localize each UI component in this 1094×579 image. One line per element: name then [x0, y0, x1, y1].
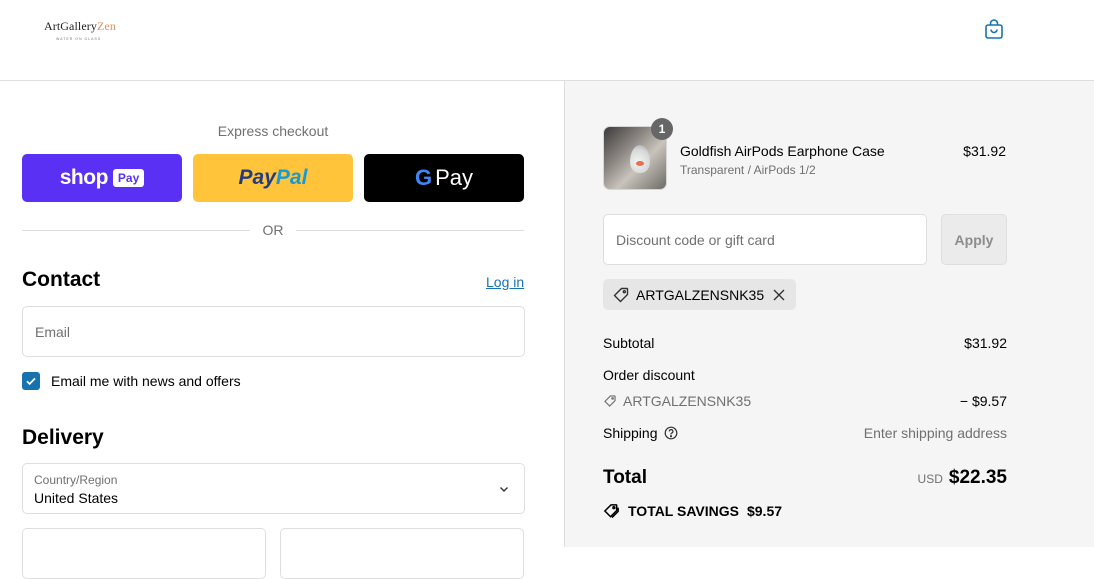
- shop-pay-tag: Pay: [112, 169, 145, 187]
- discount-code-row: ARTGALZENSNK35 − $9.57: [603, 393, 1007, 413]
- total-row: Total USD $22.35: [603, 467, 1007, 493]
- currency-code: USD: [917, 472, 943, 486]
- tag-icon: [613, 287, 629, 302]
- order-summary: 1 Goldfish AirPods Earphone Case Transpa…: [564, 81, 1094, 547]
- total-amount: USD $22.35: [918, 467, 1007, 489]
- subtotal-value: $31.92: [964, 335, 1007, 351]
- shipping-label-wrap: Shipping: [603, 425, 678, 441]
- product-price: $31.92: [963, 143, 1006, 159]
- shop-pay-word: shop: [59, 166, 109, 189]
- remove-discount-icon[interactable]: [772, 288, 786, 302]
- applied-code: ARTGALZENSNK35: [636, 286, 765, 303]
- product-variant: Transparent / AirPods 1/2: [680, 163, 816, 177]
- discount-code-line: ARTGALZENSNK35: [603, 393, 751, 409]
- shipping-label: Shipping: [603, 425, 658, 441]
- store-logo[interactable]: ArtGalleryZen WATER ON GLASS: [44, 19, 116, 41]
- checkout-form: Express checkout shop Pay PayPal G Pay O…: [0, 81, 564, 579]
- last-name-field[interactable]: [280, 528, 524, 579]
- help-circle-icon[interactable]: [664, 426, 678, 440]
- country-select[interactable]: Country/Region United States: [22, 463, 525, 514]
- email-input[interactable]: [23, 307, 524, 356]
- savings-label: TOTAL SAVINGS: [628, 502, 739, 519]
- or-divider: OR: [22, 221, 524, 239]
- shipping-value: Enter shipping address: [863, 425, 1007, 441]
- newsletter-label: Email me with news and offers: [51, 373, 241, 389]
- order-discount-label: Order discount: [603, 367, 695, 383]
- log-in-link[interactable]: Log in: [486, 274, 524, 290]
- country-value: United States: [34, 490, 119, 506]
- tag-icon: [604, 395, 616, 407]
- product-name: Goldfish AirPods Earphone Case: [680, 143, 885, 159]
- paypal-logo: PayPal: [238, 166, 308, 189]
- checkmark-icon: [26, 377, 36, 386]
- discount-code-text: ARTGALZENSNK35: [623, 393, 752, 409]
- discount-input[interactable]: [604, 215, 926, 264]
- order-discount-row: Order discount: [603, 367, 1007, 387]
- apply-button[interactable]: Apply: [941, 214, 1007, 265]
- email-field[interactable]: [22, 306, 525, 357]
- country-label: Country/Region: [34, 473, 118, 487]
- quantity-badge: 1: [651, 118, 673, 140]
- shop-pay-button[interactable]: shop Pay: [22, 154, 182, 202]
- first-name-field[interactable]: [22, 528, 266, 579]
- total-label: Total: [603, 467, 647, 488]
- product-thumbnail: 1: [603, 118, 673, 190]
- discount-value: − $9.57: [959, 393, 1007, 409]
- shipping-row: Shipping Enter shipping address: [603, 425, 1007, 445]
- delivery-title: Delivery: [22, 426, 104, 449]
- header: ArtGalleryZen WATER ON GLASS: [0, 0, 1094, 81]
- chevron-down-icon: [500, 487, 508, 492]
- subtotal-row: Subtotal $31.92: [603, 335, 1007, 355]
- tags-icon: [603, 504, 619, 519]
- newsletter-option[interactable]: Email me with news and offers: [22, 372, 241, 390]
- logo-text: ArtGalleryZen: [44, 19, 116, 33]
- express-checkout-title: Express checkout: [217, 123, 329, 139]
- google-pay-word: Pay: [435, 165, 474, 190]
- shopping-bag-icon[interactable]: [982, 17, 1006, 41]
- total-savings: TOTAL SAVINGS $9.57: [603, 502, 782, 519]
- google-pay-button[interactable]: G Pay: [364, 154, 524, 202]
- subtotal-label: Subtotal: [603, 335, 655, 351]
- logo-tagline: WATER ON GLASS: [56, 37, 102, 41]
- savings-value: $9.57: [746, 502, 783, 519]
- paypal-button[interactable]: PayPal: [193, 154, 353, 202]
- newsletter-checkbox[interactable]: [22, 372, 40, 390]
- contact-title: Contact: [22, 268, 101, 291]
- total-value: $22.35: [948, 467, 1007, 488]
- discount-field[interactable]: [603, 214, 927, 265]
- applied-discount-chip: ARTGALZENSNK35: [603, 279, 797, 310]
- google-g-icon: G: [414, 165, 433, 190]
